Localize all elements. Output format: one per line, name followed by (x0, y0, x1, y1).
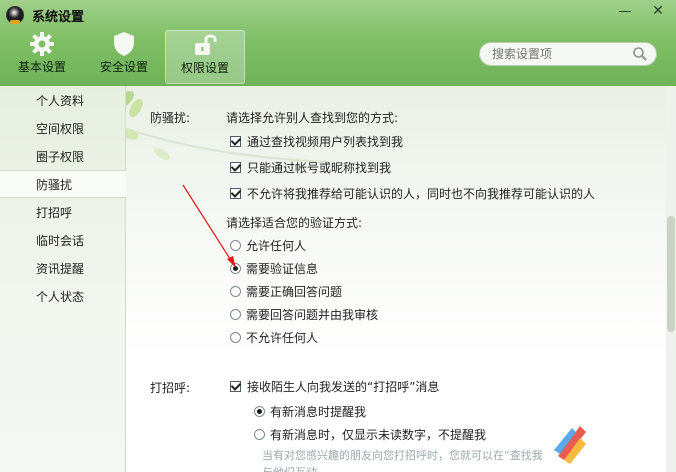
sidebar-item-space-permission[interactable]: 空间权限 (0, 114, 125, 142)
sidebar-item-personal-status[interactable]: 个人状态 (0, 282, 125, 310)
verify-option-deny-all[interactable]: 不允许任何人 (230, 329, 318, 346)
sidebar-item-news-alert[interactable]: 资讯提醒 (0, 254, 125, 282)
watermark-text: 经验 (590, 396, 630, 420)
sidebar-item-label: 打招呼 (36, 205, 73, 220)
option-label: 接收陌生人向我发送的“打招呼”消息 (247, 380, 440, 394)
sidebar-item-label: 防骚扰 (36, 177, 73, 192)
baidu-jingyan-watermark: Bai 经验 ijingyan (478, 392, 676, 472)
find-option-video-list[interactable]: 通过查找视频用户列表找到我 (230, 133, 403, 150)
sidebar-item-label: 临时会话 (36, 233, 85, 248)
checkbox[interactable] (230, 381, 241, 392)
radio[interactable] (230, 309, 241, 320)
pen-logo-icon (550, 420, 594, 467)
find-option-account-nickname[interactable]: 只能通过帐号或昵称找到我 (230, 159, 391, 176)
option-label: 不允许将我推荐给可能认识的人，同时也不向我推荐可能认识的人 (247, 187, 596, 201)
scrollbar-thumb[interactable] (667, 216, 675, 332)
verify-option-allow-anyone[interactable]: 允许任何人 (230, 237, 306, 254)
greeting-notify-remind[interactable]: 有新消息时提醒我 (254, 403, 366, 420)
radio[interactable] (230, 263, 241, 274)
greeting-receive-option[interactable]: 接收陌生人向我发送的“打招呼”消息 (230, 378, 439, 395)
checkbox[interactable] (230, 188, 241, 199)
sidebar-item-label: 空间权限 (36, 121, 85, 136)
sidebar-item-greeting[interactable]: 打招呼 (0, 198, 125, 226)
gear-icon (3, 30, 81, 58)
sidebar-item-label: 个人资料 (36, 93, 85, 108)
anti-harassment-label: 防骚扰: (150, 111, 191, 125)
sidebar-item-label: 个人状态 (36, 289, 85, 304)
close-icon: ✕ (652, 3, 664, 19)
search-icon[interactable] (632, 46, 648, 65)
tab-basic-settings[interactable]: 基本设置 (3, 30, 81, 82)
greeting-notify-count-only[interactable]: 有新消息时，仅显示未读数字，不提醒我 (254, 426, 486, 443)
option-label: 允许任何人 (246, 239, 307, 253)
title-bar-header: 系统设置 — ✕ 基本设置 安全设置 权限设置 搜索设置项 (0, 0, 676, 86)
sidebar-item-profile[interactable]: 个人资料 (0, 86, 125, 114)
option-label: 有新消息时，仅显示未读数字，不提醒我 (270, 428, 487, 442)
verify-option-correct-answer[interactable]: 需要正确回答问题 (230, 283, 342, 300)
search-input[interactable] (492, 46, 622, 62)
title-row: 系统设置 (6, 4, 84, 26)
close-button[interactable]: ✕ (648, 2, 668, 20)
minimize-icon: — (618, 3, 632, 19)
sidebar-item-circle-permission[interactable]: 圈子权限 (0, 142, 125, 170)
watermark-brand: Bai (500, 392, 540, 417)
sidebar-item-label: 圈子权限 (36, 149, 85, 164)
radio[interactable] (254, 429, 265, 440)
greeting-hint-line2: 与他们互动 (262, 464, 317, 472)
minimize-button[interactable]: — (615, 2, 635, 20)
tab-label: 安全设置 (99, 60, 148, 74)
tab-security-settings[interactable]: 安全设置 (85, 30, 163, 82)
sidebar: 个人资料 空间权限 圈子权限 防骚扰 打招呼 临时会话 资讯提醒 个人状态 (0, 86, 127, 472)
option-label: 需要验证信息 (246, 262, 319, 276)
search-box[interactable] (479, 42, 657, 66)
radio[interactable] (230, 332, 241, 343)
checkbox[interactable] (230, 162, 241, 173)
verify-option-need-message[interactable]: 需要验证信息 (230, 260, 318, 277)
unlock-icon (166, 31, 244, 59)
qq-penguin-icon (6, 6, 24, 24)
tab-label: 基本设置 (17, 60, 66, 74)
watermark-subtext: ijingyan (590, 436, 650, 454)
sidebar-item-label: 资讯提醒 (36, 261, 85, 276)
shield-icon (85, 30, 163, 58)
option-label: 不允许任何人 (246, 331, 319, 345)
option-label: 需要回答问题并由我审核 (246, 308, 379, 322)
sidebar-item-temp-chat[interactable]: 临时会话 (0, 226, 125, 254)
tab-permission-settings[interactable]: 权限设置 (165, 30, 245, 84)
tab-label: 权限设置 (180, 61, 229, 75)
window-title: 系统设置 (32, 9, 85, 25)
find-option-no-recommend[interactable]: 不允许将我推荐给可能认识的人，同时也不向我推荐可能认识的人 (230, 185, 595, 202)
option-label: 有新消息时提醒我 (270, 405, 367, 419)
verify-method-prompt: 请选择适合您的验证方式: (226, 216, 363, 230)
radio[interactable] (254, 406, 265, 417)
option-label: 通过查找视频用户列表找到我 (247, 135, 404, 149)
option-label: 需要正确回答问题 (246, 285, 343, 299)
checkbox[interactable] (230, 136, 241, 147)
sidebar-item-anti-harassment[interactable]: 防骚扰 (0, 170, 127, 198)
verify-option-answer-review[interactable]: 需要回答问题并由我审核 (230, 306, 378, 323)
option-label: 只能通过帐号或昵称找到我 (247, 161, 392, 175)
find-method-prompt: 请选择允许别人查找到您的方式: (226, 111, 399, 125)
radio[interactable] (230, 286, 241, 297)
greeting-label: 打招呼: (150, 381, 191, 395)
radio[interactable] (230, 240, 241, 251)
